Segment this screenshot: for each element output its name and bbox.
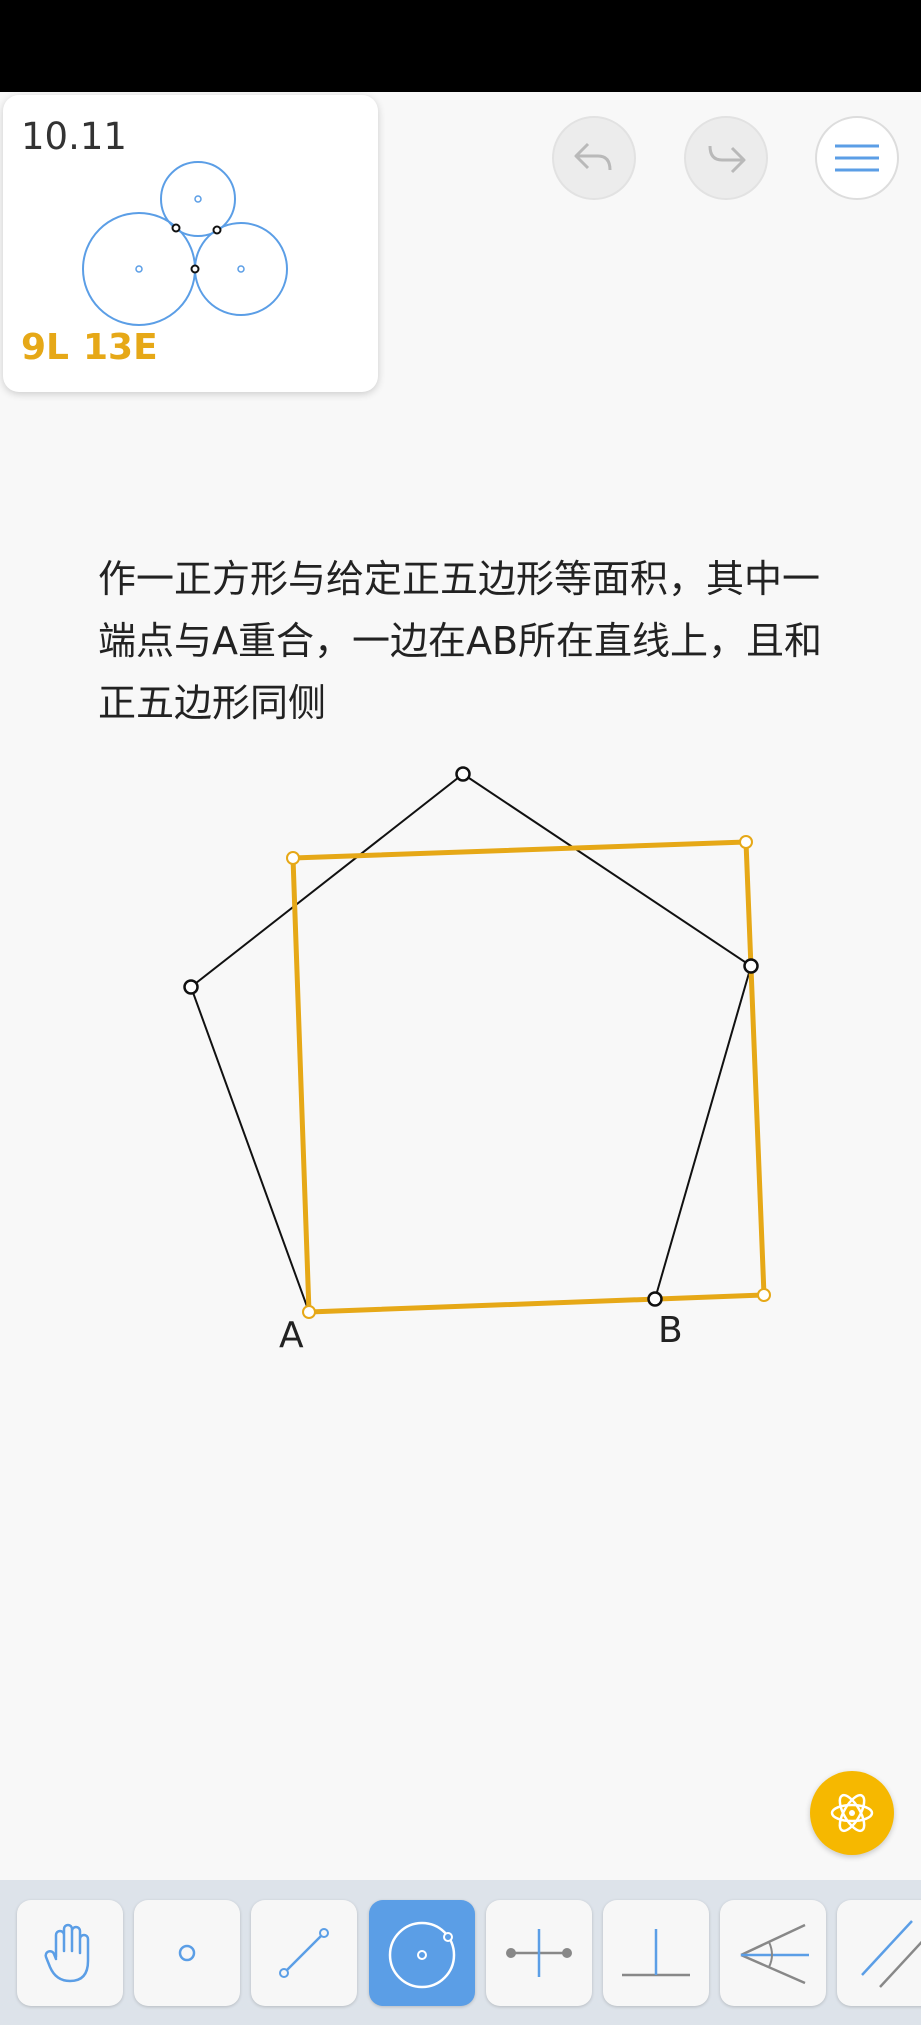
square-vertex[interactable] xyxy=(286,851,300,865)
point-icon xyxy=(178,1944,196,1962)
atom-icon xyxy=(830,1793,874,1833)
hint-button[interactable] xyxy=(810,1771,894,1855)
angle-bisector-icon xyxy=(740,1923,809,1985)
point-b-label: B xyxy=(658,1310,683,1351)
tool-bar xyxy=(0,1880,921,2025)
line-segment-icon xyxy=(279,1928,329,1978)
pentagon-vertex-right[interactable] xyxy=(743,958,759,974)
point-b[interactable] xyxy=(647,1291,663,1307)
tool-move[interactable] xyxy=(17,1900,123,2006)
given-pentagon xyxy=(189,772,753,1314)
tool-perpendicular-bisector[interactable] xyxy=(486,1900,592,2006)
parallel-icon xyxy=(861,1920,921,1988)
solution-square xyxy=(290,839,767,1315)
square-vertex[interactable] xyxy=(739,835,753,849)
construction-canvas[interactable]: A B xyxy=(0,0,921,1440)
tool-circle[interactable] xyxy=(369,1900,475,2006)
pentagon-vertex-left[interactable] xyxy=(183,979,199,995)
tool-line[interactable] xyxy=(251,1900,357,2006)
tool-point[interactable] xyxy=(134,1900,240,2006)
perpendicular-icon xyxy=(622,1929,690,1977)
pentagon-vertex-top[interactable] xyxy=(455,766,471,782)
square-vertex[interactable] xyxy=(302,1305,316,1319)
tool-parallel[interactable] xyxy=(837,1900,921,2006)
hand-icon xyxy=(44,1923,90,1983)
circle-icon xyxy=(388,1921,456,1989)
perpendicular-bisector-icon xyxy=(506,1929,572,1977)
tool-perpendicular[interactable] xyxy=(603,1900,709,2006)
square-vertex[interactable] xyxy=(757,1288,771,1302)
tool-angle-bisector[interactable] xyxy=(720,1900,826,2006)
point-a-label: A xyxy=(279,1315,304,1356)
